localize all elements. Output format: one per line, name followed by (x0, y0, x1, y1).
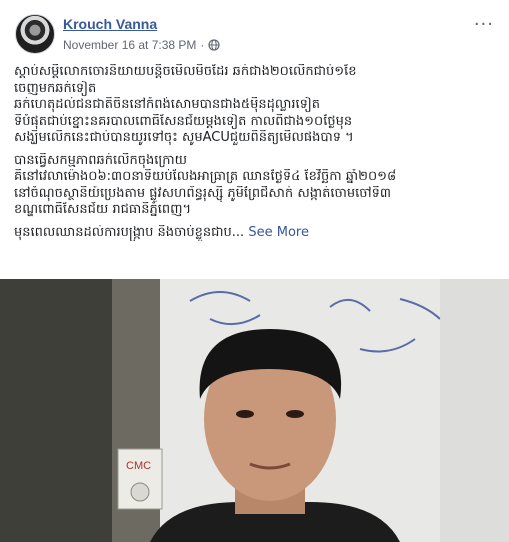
globe-icon[interactable] (208, 39, 221, 51)
post-text-line: នៅចំណុចស្ថានីយ៍ប្រេងតាម ផ្លូវសហព័ន្ធរុស្… (14, 185, 391, 201)
post-header: Krouch Vanna November 16 at 7:38 PM · ··… (10, 14, 500, 58)
post-text-line: បានធ្វើសកម្មភាពឆក់លើកចុងក្រោយ (14, 152, 188, 168)
photo-wall-left (0, 279, 112, 542)
see-more-link[interactable]: See More (248, 225, 309, 240)
meta-separator: · (200, 38, 205, 52)
post-photo[interactable]: CMC (0, 279, 509, 542)
post-text-line: ទីបំផុតជាប់ខ្នោះនគរបាលពោធិ៍សែនជ័យម្តងទៀត… (14, 113, 353, 129)
author-name-link[interactable]: Krouch Vanna (63, 16, 157, 32)
photo-illustration: CMC (0, 279, 509, 542)
photo-device-badge: CMC (126, 460, 151, 472)
post-text-line: ចេញមកឆក់ទៀត (14, 80, 97, 96)
post-paragraph: បានធ្វើសកម្មភាពឆក់លើកចុងក្រោយ គឺនៅវេលាម៉… (14, 153, 498, 219)
photo-person-eye-right (286, 410, 304, 418)
post-paragraph: ស្តាប់សម្តីលោកចោរនិយាយបន្តិចមើលមិចដែរ ឆក… (14, 64, 498, 147)
post-text-truncated: មុនពេលឈានដល់ការបង្រ្កាប និងចាប់ខ្លួនជាប.… (14, 224, 245, 240)
photo-right-edge (440, 279, 509, 542)
post-text-line: ស្តាប់សម្តីលោកចោរនិយាយបន្តិចមើលមិចដែរ ឆក… (14, 64, 357, 79)
facebook-post: Krouch Vanna November 16 at 7:38 PM · ··… (0, 0, 509, 542)
photo-device-dial (130, 482, 150, 502)
post-text-line: សង្ឃឹមលើកនេះជាប់បានយូរទៅចុះ សូមACUជួយពិន… (14, 130, 354, 145)
post-meta: November 16 at 7:38 PM · (63, 38, 221, 52)
post-text-line: មុនពេលឈានដល់ការបង្រ្កាប និងចាប់ខ្លួនជាប.… (14, 225, 498, 242)
more-options-icon[interactable]: ··· (474, 14, 494, 35)
post-paragraph: មុនពេលឈានដល់ការបង្រ្កាប និងចាប់ខ្លួនជាប.… (14, 225, 498, 242)
post-timestamp-link[interactable]: November 16 at 7:38 PM (63, 38, 196, 52)
post-text-line: ខណ្ឌពោធិ៍សែនជ័យ រាជធានីភ្នំពេញ។ (14, 202, 192, 217)
post-text-line: គឺនៅវេលាម៉ោង០៦:៣០នាទីយប់លែងអាធ្រាត្រ ឈាន… (14, 169, 397, 184)
post-text-line: ឆក់ហេតុដល់ជនជាតិចិននៅកំពង់សោមបានជាង៥ម៉ឺន… (14, 97, 321, 112)
photo-person-eye-left (236, 410, 254, 418)
author-avatar[interactable] (15, 14, 55, 54)
post-text: ស្តាប់សម្តីលោកចោរនិយាយបន្តិចមើលមិចដែរ ឆក… (14, 64, 498, 247)
